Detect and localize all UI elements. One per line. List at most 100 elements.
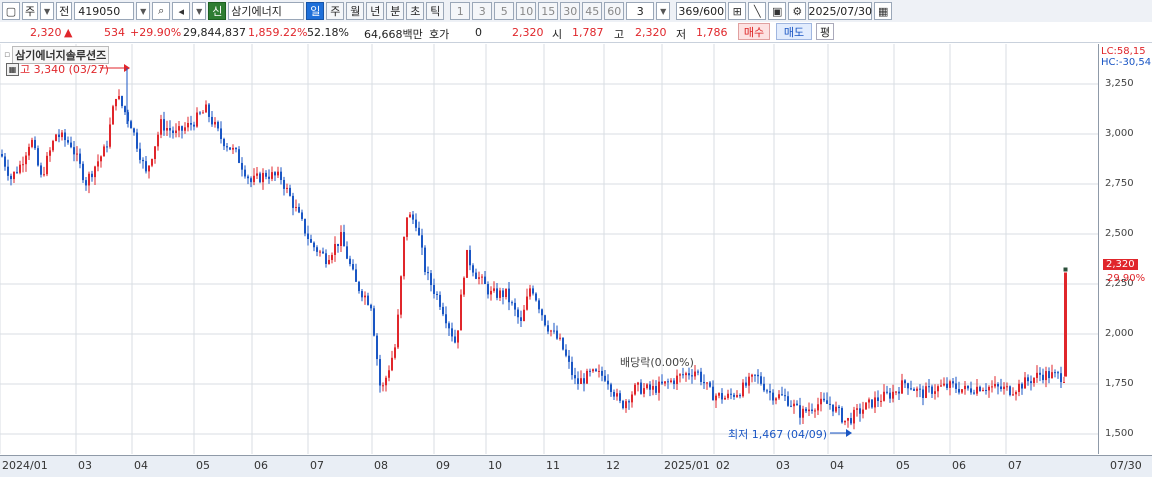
candle-body [1042, 374, 1044, 381]
candle-body [922, 389, 924, 398]
candle-body [574, 375, 576, 379]
candle-body [832, 404, 834, 412]
candle-body [379, 359, 381, 386]
date-tick-label: 07 [1008, 459, 1022, 472]
interval-1[interactable]: 1 [450, 2, 471, 20]
candle-body [490, 290, 492, 295]
candle-body [955, 383, 957, 389]
speaker-icon[interactable]: ◂ [172, 2, 191, 20]
candle-body [508, 288, 510, 303]
period-tick[interactable]: 틱 [426, 2, 445, 20]
date-field[interactable]: 2025/07/30 [808, 2, 873, 20]
candle-body [976, 386, 978, 394]
candle-body [187, 122, 189, 128]
candle-body [583, 378, 585, 384]
period-week[interactable]: 주 [326, 2, 345, 20]
chevron-down-icon[interactable]: ▼ [40, 2, 55, 20]
candle-body [112, 106, 114, 125]
sell-button[interactable]: 매도 [776, 23, 812, 40]
candle-body [709, 382, 711, 387]
candle-body [451, 328, 453, 337]
candle-body [622, 400, 624, 409]
candle-body [994, 383, 996, 387]
low-marker-label: 최저 1,467 (04/09) [728, 428, 828, 441]
speaker-dropdown-icon[interactable]: ▼ [192, 2, 207, 20]
candle-body [226, 146, 228, 148]
draw-tool-icon[interactable]: ╲ [748, 2, 767, 20]
code-dropdown-icon[interactable]: ▼ [136, 2, 151, 20]
volume: 29,844,837 [183, 26, 246, 39]
period-day[interactable]: 일 [306, 2, 325, 20]
candle-body [649, 384, 651, 390]
candle-body [874, 397, 876, 408]
candle-body [778, 394, 780, 399]
interval-45[interactable]: 45 [582, 2, 603, 20]
interval-5[interactable]: 5 [494, 2, 515, 20]
calendar-icon[interactable]: ▦ [6, 63, 19, 76]
candle-body [568, 355, 570, 362]
candle-body [118, 96, 120, 100]
candle-body [493, 288, 495, 291]
candle-body [961, 389, 963, 393]
candle-body [565, 349, 567, 356]
candle-body [223, 138, 225, 147]
search-icon[interactable]: ⌕ [152, 2, 171, 20]
collapse-icon[interactable]: ▫ [4, 50, 10, 60]
candle-body [661, 381, 663, 384]
candle-body [964, 385, 966, 390]
window-icon[interactable]: ▢ [2, 2, 20, 20]
candle-body [76, 153, 78, 155]
date-tick-label: 2025/01 [664, 459, 710, 472]
candle-body [100, 156, 102, 162]
mode-select[interactable]: 주 [22, 2, 39, 20]
interval-10[interactable]: 10 [516, 2, 537, 20]
candle-body [115, 99, 117, 107]
credit-badge: 신 [208, 2, 227, 20]
candle-body [103, 146, 105, 157]
interval-custom-input[interactable]: 3 [626, 2, 655, 20]
interval-dropdown-icon[interactable]: ▼ [656, 2, 671, 20]
buy-button[interactable]: 매수 [738, 23, 770, 40]
price-tick-label: 2,750 [1105, 178, 1134, 189]
candle-body [367, 295, 369, 305]
interval-30[interactable]: 30 [560, 2, 581, 20]
stock-code-input[interactable]: 419050 [74, 2, 135, 20]
interval-60[interactable]: 60 [604, 2, 625, 20]
interval-15[interactable]: 15 [538, 2, 559, 20]
interval-3[interactable]: 3 [472, 2, 493, 20]
candle-body [754, 374, 756, 376]
candle-body [121, 96, 123, 107]
candle-body [259, 173, 261, 183]
candle-body [1006, 386, 1008, 388]
candle-body [691, 375, 693, 377]
period-minute[interactable]: 분 [386, 2, 405, 20]
save-icon[interactable]: ▣ [768, 2, 787, 20]
candle-body [250, 178, 252, 183]
candle-body [139, 148, 141, 160]
candle-body [526, 296, 528, 310]
bar-count-field[interactable]: 369/600 [676, 2, 727, 20]
period-month[interactable]: 월 [346, 2, 365, 20]
candle-body [208, 104, 210, 117]
price-chart[interactable]: ▫ 삼기에너지솔루션즈 ▦ 고 3,340 (03/27) 최저 1,467 (… [0, 44, 1098, 454]
candle-body [940, 385, 942, 387]
candle-body [304, 218, 306, 234]
price-tick-label: 3,250 [1105, 78, 1134, 89]
candle-body [457, 330, 459, 343]
zoom-icon[interactable]: ⊞ [728, 2, 747, 20]
candle-body [859, 408, 861, 414]
lc-label: LC:58,15 [1101, 46, 1146, 57]
period-second[interactable]: 초 [406, 2, 425, 20]
period-year[interactable]: 년 [366, 2, 385, 20]
candle-body [967, 385, 969, 389]
candle-body [970, 388, 972, 393]
stock-name-field[interactable]: 삼기에너지 [228, 2, 305, 20]
candlestick-chart [0, 44, 1098, 454]
gear-icon[interactable]: ⚙ [788, 2, 807, 20]
average-button[interactable]: 평 [816, 23, 834, 40]
candle-body [655, 386, 657, 393]
calendar-icon[interactable]: ▦ [874, 2, 893, 20]
candle-body [1045, 371, 1047, 381]
candle-body [1051, 372, 1053, 379]
prev-button[interactable]: 전 [56, 2, 73, 20]
